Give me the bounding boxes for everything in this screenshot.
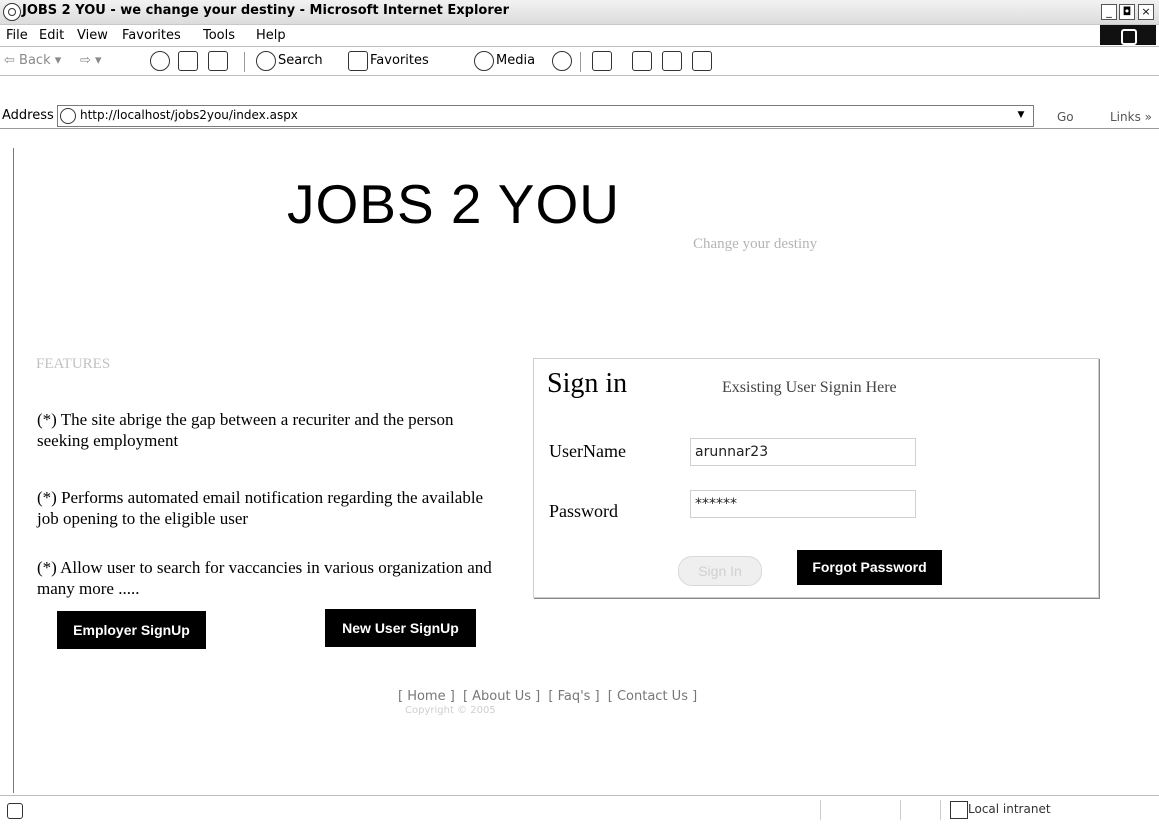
site-tagline: Change your destiny — [693, 236, 818, 252]
sign-in-button[interactable]: Sign In — [678, 556, 762, 586]
feature-item: (*) Performs automated email notificatio… — [37, 488, 484, 528]
media-button[interactable]: Media — [496, 53, 535, 68]
favorites-icon — [348, 51, 368, 71]
menu-edit[interactable]: Edit — [39, 28, 64, 43]
print-icon[interactable] — [632, 51, 652, 71]
menu-view[interactable]: View — [77, 28, 108, 43]
toolbar-separator — [244, 52, 245, 72]
forgot-password-button[interactable]: Forgot Password — [797, 550, 942, 585]
forward-arrow-icon: ⇨ — [80, 53, 91, 68]
address-bar: Address http://localhost/jobs2you/index.… — [0, 104, 1159, 129]
footer-link-contact[interactable]: [ Contact Us ] — [608, 689, 697, 704]
status-separator — [820, 800, 821, 820]
go-button[interactable]: Go — [1057, 110, 1074, 124]
toolbar: ⇦ Back ▾ ⇨ ▾ Search Favorites Media — [0, 47, 1159, 76]
toolbar-separator — [580, 52, 581, 72]
intranet-zone-icon — [950, 801, 968, 819]
password-input[interactable]: ****** — [690, 490, 916, 518]
menu-file[interactable]: File — [6, 28, 28, 43]
discuss-icon[interactable] — [692, 51, 712, 71]
feature-item: (*) Allow user to search for vaccancies … — [37, 558, 492, 598]
username-label: UserName — [549, 441, 626, 461]
page-status-icon — [7, 803, 23, 819]
maximize-button[interactable]: ◘ — [1119, 4, 1135, 20]
history-icon[interactable] — [552, 51, 572, 71]
status-bar: Local intranet — [0, 795, 1159, 826]
password-label: Password — [549, 501, 619, 521]
back-label: Back — [19, 53, 51, 68]
features-heading: FEATURES — [36, 356, 111, 372]
media-icon — [474, 51, 494, 71]
menu-favorites[interactable]: Favorites — [122, 28, 181, 43]
edit-icon[interactable] — [662, 51, 682, 71]
refresh-icon[interactable] — [178, 51, 198, 71]
copyright-text: Copyright © 2005 — [405, 705, 496, 716]
window-title: JOBS 2 YOU - we change your destiny - Mi… — [22, 3, 510, 18]
address-label: Address — [2, 108, 54, 123]
feature-item: (*) The site abrige the gap between a re… — [37, 410, 454, 450]
stop-icon[interactable] — [150, 51, 170, 71]
search-button[interactable]: Search — [278, 53, 323, 68]
signin-subheading: Exsisting User Signin Here — [722, 379, 897, 396]
username-input[interactable]: arunnar23 — [690, 438, 916, 466]
back-arrow-icon: ⇦ — [4, 53, 15, 68]
page-icon — [60, 108, 76, 124]
menu-bar: File Edit View Favorites Tools Help — [0, 24, 1159, 47]
back-button[interactable]: ⇦ Back ▾ — [4, 53, 61, 68]
chevron-down-icon[interactable]: ▼ — [1014, 108, 1028, 122]
home-icon[interactable] — [208, 51, 228, 71]
search-icon — [256, 51, 276, 71]
menu-help[interactable]: Help — [256, 28, 286, 43]
footer-link-faq[interactable]: [ Faq's ] — [548, 689, 599, 704]
mail-icon[interactable] — [592, 51, 612, 71]
footer-link-about[interactable]: [ About Us ] — [463, 689, 540, 704]
footer-nav: [ Home ] [ About Us ] [ Faq's ] [ Contac… — [398, 689, 701, 704]
footer-link-home[interactable]: [ Home ] — [398, 689, 455, 704]
signin-heading: Sign in — [547, 368, 628, 399]
favorites-button[interactable]: Favorites — [370, 53, 429, 68]
minimize-button[interactable]: _ — [1101, 4, 1117, 20]
security-zone-label: Local intranet — [968, 802, 1051, 816]
menu-tools[interactable]: Tools — [203, 28, 235, 43]
title-bar: JOBS 2 YOU - we change your destiny - Mi… — [0, 0, 1159, 25]
new-user-signup-button[interactable]: New User SignUp — [325, 609, 476, 647]
forward-button[interactable]: ⇨ ▾ — [80, 53, 102, 68]
address-url: http://localhost/jobs2you/index.aspx — [80, 108, 298, 122]
status-separator — [900, 800, 901, 820]
site-title: JOBS 2 YOU — [287, 173, 620, 235]
internet-explorer-icon — [3, 3, 21, 21]
close-button[interactable]: × — [1138, 4, 1154, 20]
links-button[interactable]: Links » — [1110, 110, 1152, 124]
status-separator — [940, 800, 941, 820]
windows-logo-icon — [1100, 25, 1156, 45]
employer-signup-button[interactable]: Employer SignUp — [57, 611, 206, 649]
